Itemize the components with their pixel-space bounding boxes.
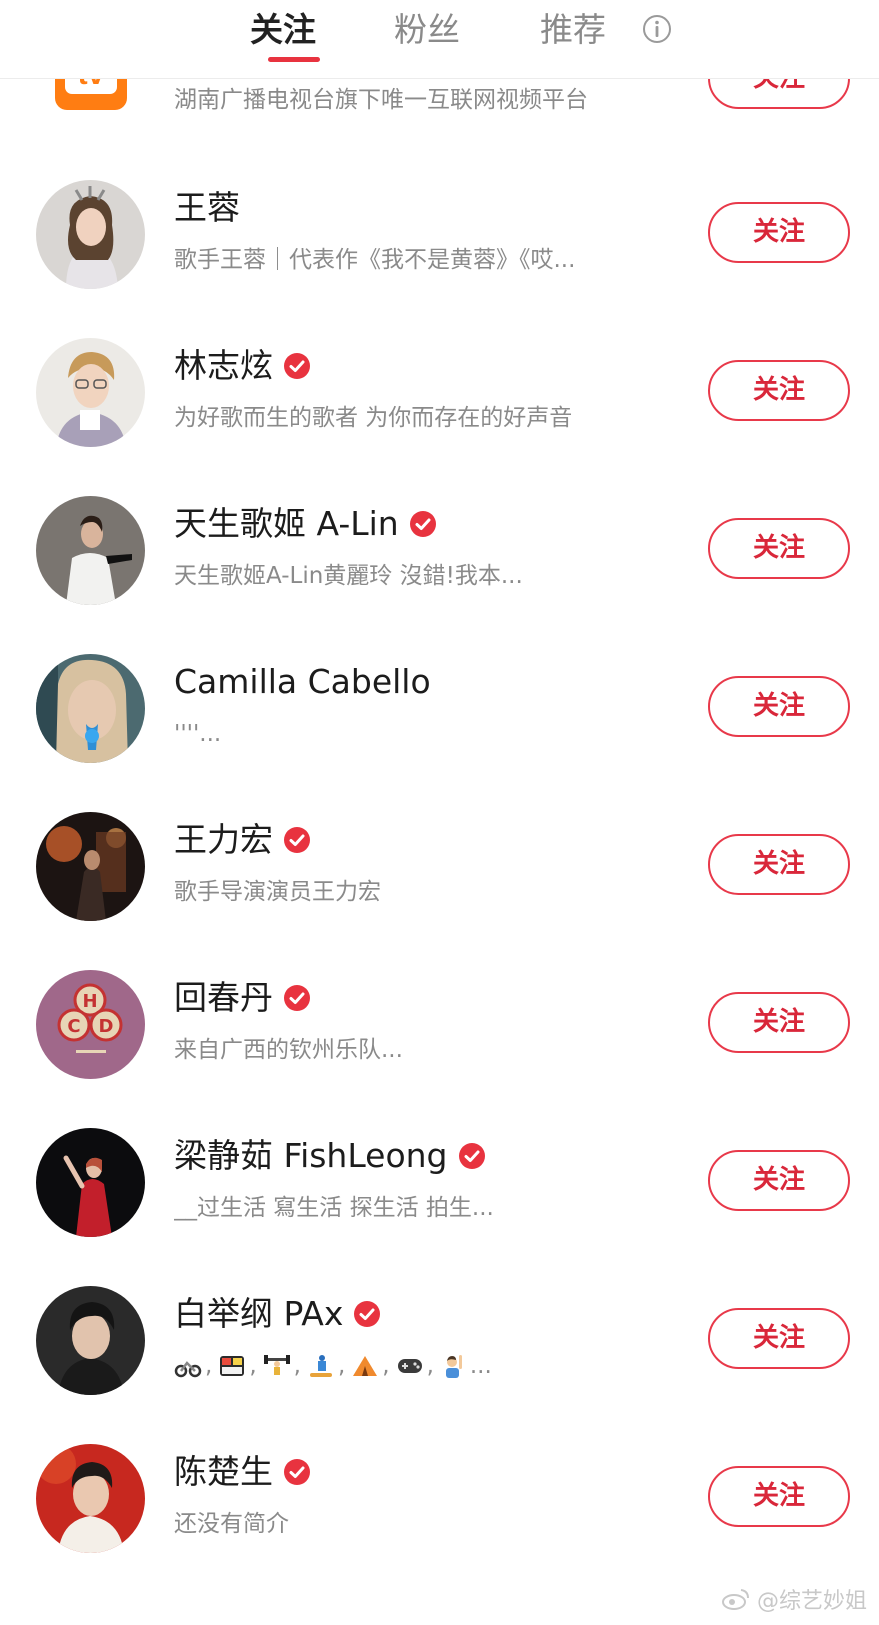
weightlifter-emoji-icon	[263, 1355, 290, 1375]
active-tab-indicator	[268, 57, 320, 62]
list-item[interactable]: 王力宏 歌手导演演员王力宏 关注	[0, 812, 879, 975]
list-item[interactable]: Camilla Cabello ''''... 关注	[0, 654, 879, 817]
avatar[interactable]	[36, 1128, 145, 1237]
list-item[interactable]: 天生歌姬 A-Lin 天生歌姬A-Lin黄麗玲 沒錯!我本... 关注	[0, 496, 879, 659]
game-controller-emoji-icon	[397, 1359, 422, 1373]
avatar[interactable]	[36, 1286, 145, 1395]
user-name[interactable]: 回春丹	[174, 976, 311, 1020]
follow-button[interactable]: 关注	[708, 518, 850, 579]
verified-badge-icon	[284, 985, 310, 1011]
person-raising-hand-emoji-icon	[445, 1355, 462, 1378]
avatar[interactable]	[36, 812, 145, 921]
verified-badge-icon	[458, 1143, 485, 1169]
avatar[interactable]	[36, 654, 145, 763]
avatar[interactable]: H C D	[36, 970, 145, 1079]
avatar[interactable]	[36, 338, 145, 447]
user-description: 为好歌而生的歌者 为你而存在的好声音	[174, 405, 573, 431]
user-name[interactable]: Camilla Cabello	[174, 660, 431, 704]
follow-button[interactable]: 关注	[708, 1150, 850, 1211]
list-item[interactable]: 白举纲 PAx , , , , , , ... 关注	[0, 1286, 879, 1449]
follow-button[interactable]: 关注	[708, 992, 850, 1053]
avatar[interactable]	[36, 180, 145, 289]
tab-fans[interactable]: 粉丝	[394, 8, 460, 52]
info-icon[interactable]	[642, 14, 672, 44]
verified-badge-icon	[284, 353, 310, 379]
user-description: 湖南广播电视台旗下唯一互联网视频平台	[174, 87, 588, 113]
list-item[interactable]: 林志炫 为好歌而生的歌者 为你而存在的好声音 关注	[0, 338, 879, 501]
user-name[interactable]: 王力宏	[174, 818, 311, 862]
user-name[interactable]: 白举纲 PAx	[174, 1292, 381, 1336]
following-list-page: 关注 粉丝 推荐 tv 湖南广播电视台旗下唯一互联网视频平台 关注	[0, 0, 879, 1625]
follow-button[interactable]: 关注	[708, 360, 850, 421]
avatar[interactable]	[36, 496, 145, 605]
user-description: 来自广西的钦州乐队...	[174, 1037, 403, 1063]
user-description: , , , , , , ...	[174, 1350, 492, 1382]
verified-badge-icon	[409, 511, 436, 537]
user-description: 歌手导演演员王力宏	[174, 879, 381, 905]
verified-badge-icon	[354, 1301, 381, 1327]
follow-button[interactable]: 关注	[708, 202, 850, 263]
svg-text:D: D	[99, 1016, 114, 1037]
bento-emoji-icon	[220, 1356, 245, 1376]
avatar[interactable]	[36, 1444, 145, 1553]
list-item[interactable]: H C D 回春丹 来自广西的钦州乐队... 关注	[0, 970, 879, 1133]
list-item[interactable]: 梁静茹 FishLeong __过生活 寫生活 探生活 拍生... 关注	[0, 1128, 879, 1291]
motorcycle-emoji-icon	[174, 1361, 202, 1378]
svg-text:C: C	[67, 1016, 80, 1037]
verified-badge-icon	[284, 1459, 310, 1485]
user-description: 还没有简介	[174, 1511, 289, 1537]
user-name[interactable]: 王蓉	[174, 186, 240, 230]
user-name[interactable]: 天生歌姬 A-Lin	[174, 502, 437, 546]
user-description: 天生歌姬A-Lin黄麗玲 沒錯!我本...	[174, 563, 523, 589]
follow-button[interactable]: 关注	[708, 676, 850, 737]
tab-following[interactable]: 关注	[250, 8, 316, 52]
svg-text:H: H	[82, 991, 97, 1012]
tab-recommended[interactable]: 推荐	[540, 8, 606, 52]
tab-bar: 关注 粉丝 推荐	[0, 0, 879, 79]
user-description: 歌手王蓉｜代表作《我不是黄蓉》《哎...	[174, 247, 576, 273]
user-name[interactable]: 陈楚生	[174, 1450, 311, 1494]
follow-button[interactable]: 关注	[708, 1466, 850, 1527]
watermark: @综艺妙姐	[721, 1583, 867, 1615]
follow-button[interactable]: 关注	[708, 1308, 850, 1369]
weibo-logo-icon	[721, 1589, 749, 1610]
user-name[interactable]: 梁静茹 FishLeong	[174, 1134, 486, 1178]
tent-emoji-icon	[353, 1356, 378, 1376]
user-description: ''''...	[174, 721, 222, 747]
user-description: __过生活 寫生活 探生活 拍生...	[174, 1195, 494, 1221]
verified-badge-icon	[284, 827, 310, 853]
list-item[interactable]: 王蓉 歌手王蓉｜代表作《我不是黄蓉》《哎... 关注	[0, 180, 879, 343]
user-name[interactable]: 林志炫	[174, 344, 311, 388]
follow-button[interactable]: 关注	[708, 834, 850, 895]
snowboarder-emoji-icon	[309, 1355, 332, 1377]
